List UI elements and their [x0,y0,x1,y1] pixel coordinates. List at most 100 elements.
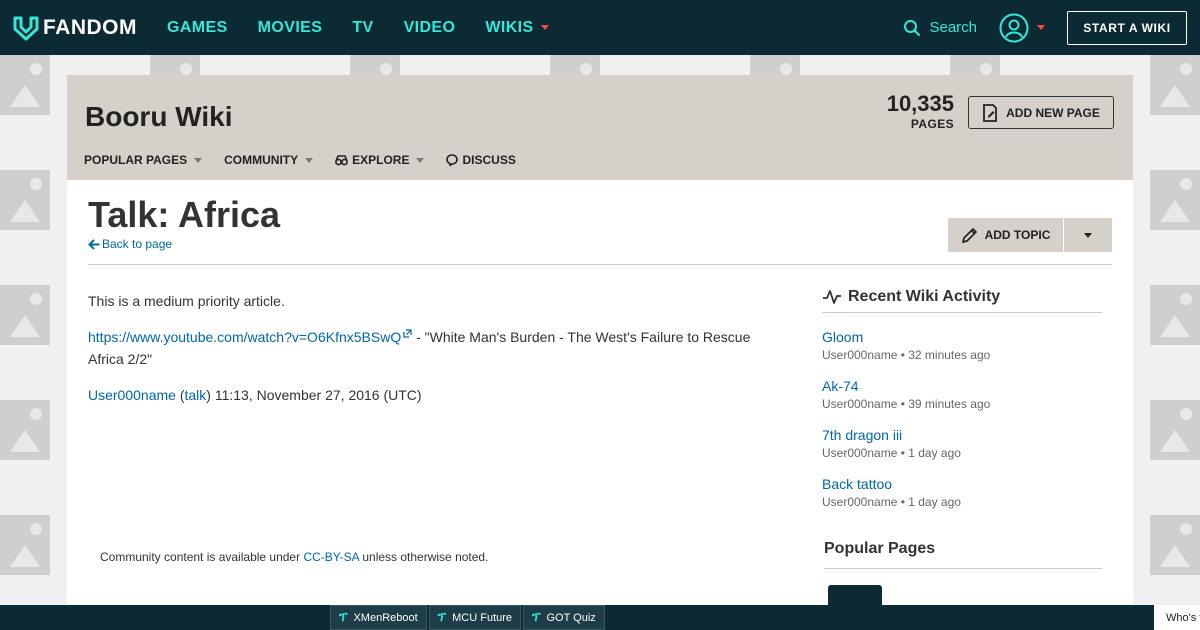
nav-link-video[interactable]: VIDEO [404,19,456,37]
activity-item: Back tattoo User000name • 1 day ago [822,476,1102,509]
fan-feed-tab-label: MCU Future [452,611,513,624]
nav-link-label: GAMES [167,18,228,36]
chevron-down-icon [305,157,314,163]
user-avatar-icon [999,13,1029,42]
tab-explore[interactable]: EXPLORE [335,153,425,167]
start-a-wiki-button[interactable]: START A WIKI [1067,10,1187,45]
tab-popular-pages[interactable]: POPULAR PAGES [84,153,203,167]
external-link-icon [403,329,412,338]
nav-link-label: VIDEO [403,18,456,36]
nav-link-wikis[interactable]: WIKIS [485,18,549,37]
add-new-page-label: ADD NEW PAGE [1006,105,1100,120]
activity-title[interactable]: 7th dragon iii [822,427,1102,443]
user-link[interactable]: User000name [88,387,176,403]
add-topic-label: ADD TOPIC [984,228,1051,242]
search-label: Search [929,19,977,36]
add-topic-button[interactable]: ADD TOPIC [948,218,1064,252]
search-button[interactable]: Search [903,19,977,37]
activity-title[interactable]: Ak-74 [822,378,1102,394]
search-icon [904,19,921,36]
page-count: 10,335 PAGES [887,91,954,131]
license-prefix: Community content is available under [100,550,304,564]
add-topic-group: ADD TOPIC [948,218,1112,252]
fan-feed-icon: ፕ [339,610,348,624]
popular-pages-module: Popular Pages [824,540,1102,625]
tab-label: DISCUSS [462,153,516,167]
youtube-link[interactable]: https://www.youtube.com/watch?v=O6Kfnx5B… [88,329,401,345]
fan-feed-icon: ፕ [437,610,447,624]
background-tile [1150,515,1200,575]
signature-open: ( [175,387,185,403]
pencil-icon [961,228,977,243]
back-to-page-link[interactable]: Back to page [88,237,172,251]
license-notice: Community content is available under CC-… [100,550,488,564]
talk-link[interactable]: talk [185,387,207,403]
fandom-logo[interactable]: FANDOM [12,14,137,42]
add-topic-dropdown[interactable] [1064,218,1112,252]
signature: User000name (talk) 11:13, November 27, 2… [88,384,778,406]
activity-item: Gloom User000name • 32 minutes ago [822,329,1102,362]
nav-link-movies[interactable]: MOVIES [258,19,323,37]
fan-feed-icon: ፕ [532,610,541,624]
chevron-down-icon [540,25,549,30]
activity-meta: User000name • 1 day ago [822,495,961,509]
tab-discuss[interactable]: DISCUSS [446,153,516,167]
add-new-page-button[interactable]: ADD NEW PAGE [968,96,1114,129]
chevron-down-icon [194,157,203,163]
fandom-logo-text: FANDOM [43,15,137,39]
edit-page-icon [983,103,998,122]
license-suffix: unless otherwise noted. [359,550,489,564]
explore-icon [335,154,349,165]
discuss-icon [446,154,459,166]
nav-link-games[interactable]: GAMES [167,19,228,37]
page-count-label: PAGES [910,117,954,131]
fan-feed-promo[interactable]: Who's th [1154,605,1200,630]
background-tile [1150,55,1200,115]
nav-link-tv[interactable]: TV [352,19,373,37]
background-tile [1150,285,1200,345]
chevron-down-icon [1037,25,1045,30]
activity-meta: User000name • 1 day ago [822,446,961,460]
right-rail: Recent Wiki Activity Gloom User000name •… [822,288,1102,509]
article-paragraph: https://www.youtube.com/watch?v=O6Kfnx5B… [88,326,778,370]
page-count-value: 10,335 [886,91,954,116]
fan-feed-tab[interactable]: ፕ GOT Quiz [523,605,605,630]
background-tile [0,55,50,115]
article-paragraph: This is a medium priority article. [88,293,285,309]
fan-feed-tab[interactable]: ፕ XMenReboot [330,605,427,630]
divider [88,264,1112,265]
activity-title[interactable]: Gloom [822,329,1102,345]
recent-activity-title: Recent Wiki Activity [848,288,1001,305]
tab-label: POPULAR PAGES [84,153,188,167]
fan-feed-tabs: ፕ XMenReboot ፕ MCU Future ፕ GOT Quiz [330,605,607,630]
background-tile [0,400,50,460]
fan-feed-tab[interactable]: ፕ MCU Future [428,605,522,630]
fan-feed-tab-label: XMenReboot [353,611,418,624]
fan-feed-right: Who's th [1154,605,1200,630]
activity-item: 7th dragon iii User000name • 1 day ago [822,427,1102,460]
background-tile [1150,400,1200,460]
background-tile [0,170,50,230]
nav-link-label: WIKIS [485,18,534,36]
chevron-down-icon [416,157,425,163]
user-menu[interactable] [999,13,1045,43]
chevron-down-icon [1084,232,1092,238]
fan-feed-tab-label: GOT Quiz [546,611,596,624]
back-arrow-icon [88,238,100,250]
activity-item: Ak-74 User000name • 39 minutes ago [822,378,1102,411]
activity-meta: User000name • 39 minutes ago [822,397,991,411]
wiki-title[interactable]: Booru Wiki [85,101,233,133]
fandom-logo-icon [13,16,39,40]
fan-feed-bar: ፕ XMenReboot ፕ MCU Future ፕ GOT Quiz Who's … [0,605,1200,630]
nav-link-label: MOVIES [257,18,323,36]
popular-pages-heading: Popular Pages [824,540,1102,569]
tab-label: EXPLORE [352,153,410,167]
license-link[interactable]: CC-BY-SA [303,550,359,564]
back-link-label: Back to page [102,237,173,251]
background-tile [0,285,50,345]
activity-title[interactable]: Back tattoo [822,476,1102,492]
global-navigation: FANDOM GAMES MOVIES TV VIDEO WIKIS Searc… [0,0,1200,55]
tab-community[interactable]: COMMUNITY [224,153,314,167]
main-content: Talk: Africa Back to page ADD TOPIC This… [67,180,1133,630]
tab-label: COMMUNITY [224,153,299,167]
